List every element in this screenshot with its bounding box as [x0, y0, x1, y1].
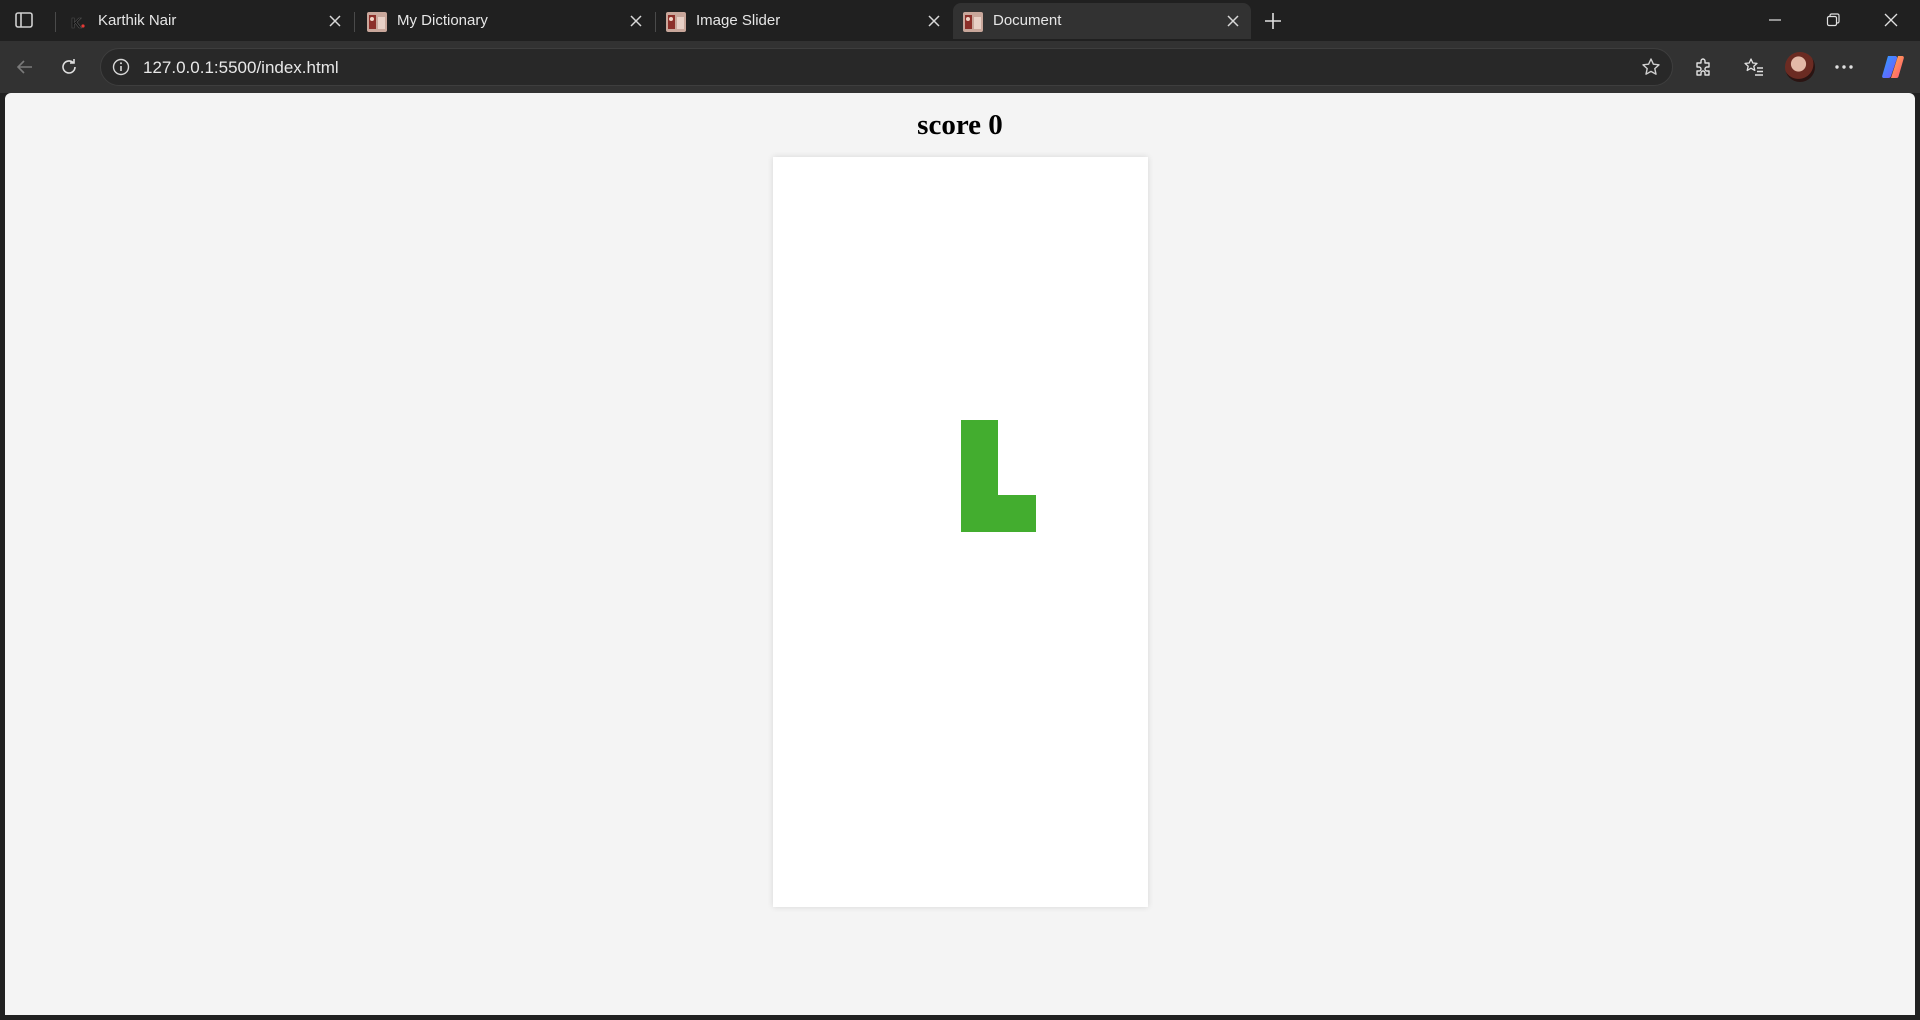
tab-my-dictionary[interactable]: My Dictionary — [357, 3, 654, 39]
close-icon[interactable] — [626, 11, 646, 31]
profile-avatar[interactable] — [1785, 52, 1815, 82]
photo-favicon-icon — [666, 12, 686, 32]
refresh-icon — [62, 59, 76, 74]
favorites-list-icon — [1744, 58, 1763, 76]
game-board[interactable] — [773, 157, 1148, 907]
close-icon — [1884, 13, 1898, 27]
extensions-button[interactable] — [1687, 51, 1719, 83]
favorites-button[interactable] — [1738, 51, 1770, 83]
back-arrow-icon — [16, 60, 32, 74]
restore-icon — [1826, 13, 1840, 27]
new-tab-button[interactable] — [1258, 7, 1288, 35]
back-button[interactable] — [9, 51, 41, 83]
copilot-icon[interactable] — [1879, 53, 1907, 81]
more-options-button[interactable] — [1828, 51, 1860, 83]
browser-toolbar: 127.0.0.1:5500/index.html — [0, 41, 1920, 93]
minimize-button[interactable] — [1747, 0, 1803, 40]
photo-favicon-icon — [963, 12, 983, 32]
tetromino-block — [960, 419, 998, 457]
svg-text:K: K — [71, 15, 82, 32]
minimize-icon — [1769, 19, 1781, 21]
tab-strip: K Karthik Nair My Dictionary Image Slide… — [0, 0, 1920, 41]
tetromino-block — [998, 494, 1036, 532]
tetromino-block — [960, 457, 998, 495]
photo-favicon-icon — [367, 12, 387, 32]
address-bar[interactable]: 127.0.0.1:5500/index.html — [100, 48, 1673, 86]
tab-karthik-nair[interactable]: K Karthik Nair — [58, 3, 353, 39]
close-icon[interactable] — [1223, 11, 1243, 31]
info-icon[interactable] — [111, 57, 131, 77]
score-display: score 0 — [917, 109, 1003, 141]
refresh-button[interactable] — [53, 51, 85, 83]
close-icon[interactable] — [924, 11, 944, 31]
sidebar-toggle-icon[interactable] — [10, 7, 38, 33]
favorite-star-icon[interactable] — [1640, 56, 1662, 78]
url-text[interactable]: 127.0.0.1:5500/index.html — [143, 58, 339, 78]
close-icon[interactable] — [325, 11, 345, 31]
tetromino-block — [960, 494, 998, 532]
close-window-button[interactable] — [1863, 0, 1919, 40]
k-logo-icon: K — [68, 12, 88, 32]
tab-document[interactable]: Document — [953, 3, 1251, 39]
tab-title: Karthik Nair — [98, 12, 177, 29]
tab-title: My Dictionary — [397, 12, 488, 29]
tab-image-slider[interactable]: Image Slider — [656, 3, 952, 39]
tab-title: Document — [993, 12, 1062, 29]
restore-button[interactable] — [1805, 0, 1861, 40]
ellipsis-icon — [1835, 65, 1853, 69]
puzzle-icon — [1696, 58, 1710, 76]
tab-title: Image Slider — [696, 12, 781, 29]
page-viewport: score 0 — [5, 93, 1915, 1015]
plus-icon — [1265, 13, 1281, 29]
